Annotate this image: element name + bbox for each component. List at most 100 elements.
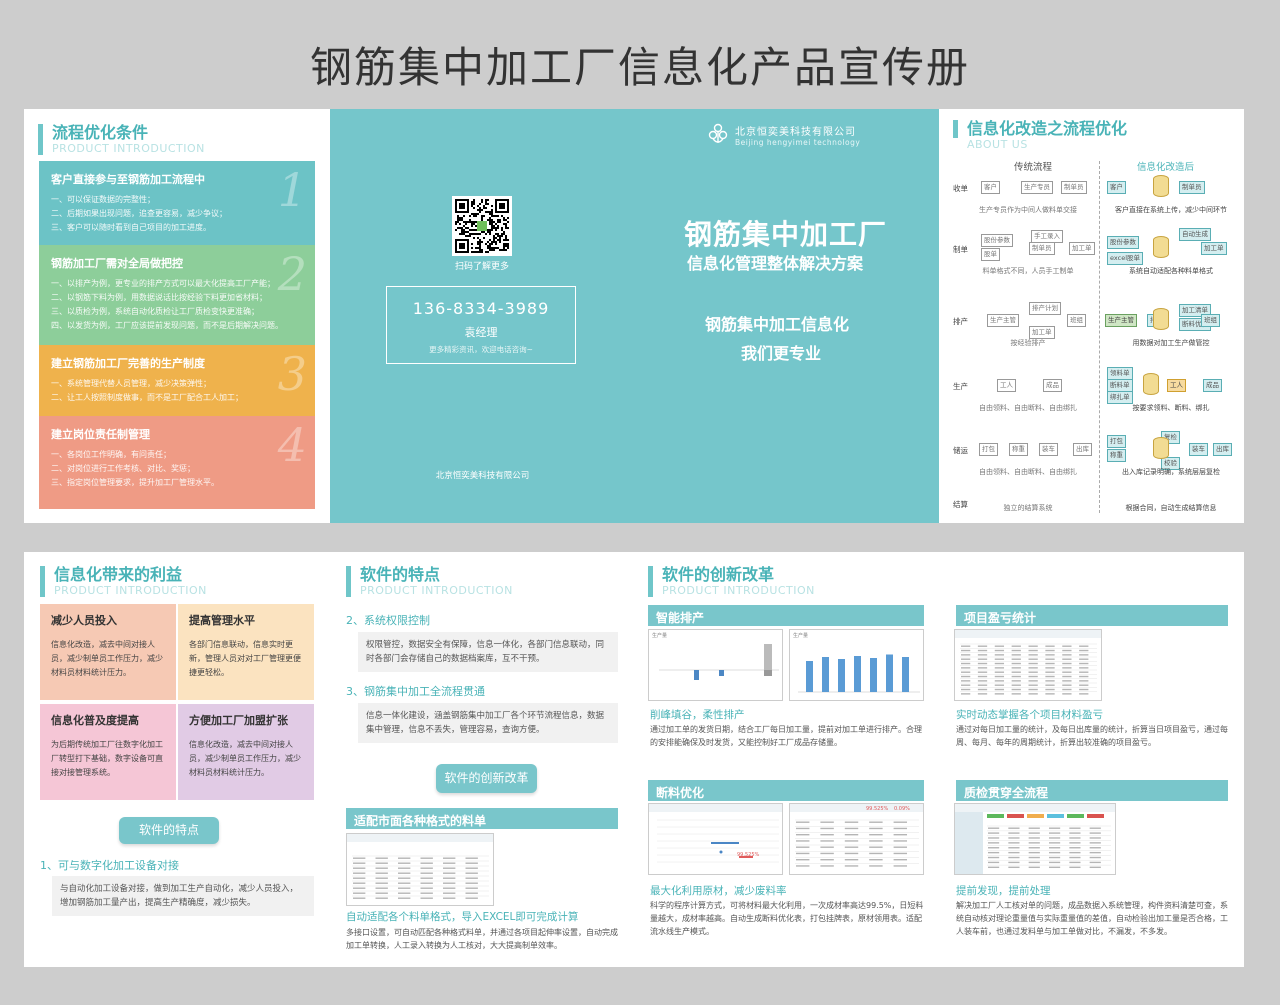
- project-profit-caption-title: 实时动态掌握各个项目材料盈亏: [956, 709, 1103, 721]
- flow-box-after: 班组: [1201, 314, 1220, 327]
- cover-main-title: 钢筋集中加工厂: [684, 218, 888, 251]
- ui-table-mock: [955, 630, 1101, 695]
- benefit-cards: 减少人员投入 信息化改造，减去中间对接人员，减少制单员工作压力，减少材料员材料统计…: [40, 604, 314, 800]
- innovation-button[interactable]: 软件的创新改革: [436, 764, 537, 793]
- block-title: 建立钢筋加工厂完善的生产制度: [51, 357, 205, 370]
- flow-note-traditional: 按经验排产: [1010, 339, 1046, 347]
- smart-scheduling-bar: 智能排产: [648, 605, 924, 626]
- flow-row-label: 制单: [953, 245, 968, 254]
- company-name-en: Beijing hengyimei technology: [735, 138, 861, 147]
- flow-box-traditional: 客户: [981, 181, 1000, 194]
- flow-box-traditional: 排产计划: [1029, 302, 1061, 315]
- flow-box-traditional: 生产主管: [987, 314, 1019, 327]
- company-name-cn: 北京恒奕美科技有限公司: [735, 127, 856, 138]
- block-line: 二、以钢筋下料为例，用数据说话比按经验下料更加省材料；: [51, 293, 267, 302]
- qr-caption: 扫码了解更多: [454, 262, 509, 272]
- feature-2-title: 2、系统权限控制: [346, 614, 430, 627]
- condition-block: 1 客户直接参与至钢筋加工流程中 一、可以保证数据的完整性； 二、后期如果出现问题，追…: [39, 161, 315, 245]
- cutting-optimization-bar: 断料优化: [648, 780, 924, 801]
- ui-table-mock: [790, 804, 923, 867]
- format-bar: 适配市面各种格式的料单: [346, 808, 618, 829]
- block-title: 钢筋加工厂需对全局做把控: [51, 257, 183, 270]
- block-line: 三、客户可以随时看到自己项目的加工进度。: [51, 223, 211, 232]
- block-line: 二、后期如果出现问题，追查更容易，减少争议；: [51, 209, 227, 218]
- schedule-chart-1-svg: [659, 644, 779, 680]
- optimization-value: 99.525%: [866, 806, 889, 812]
- flow-box-traditional: 班组: [1067, 314, 1086, 327]
- section-header: 流程优化条件 PRODUCT INTRODUCTION: [38, 124, 205, 155]
- schedule-chart-2-svg: [798, 654, 920, 693]
- cutting-screenshot-2: 99.525% 0.09%: [789, 803, 924, 875]
- section-title: 信息化带来的利益: [54, 565, 183, 584]
- flow-note-after: 根据合同，自动生成结算信息: [1125, 504, 1217, 512]
- block-title: 建立岗位责任制管理: [51, 428, 150, 441]
- flow-note-after: 系统自动适配各种料单格式: [1129, 267, 1213, 275]
- flow-box-traditional: 成品: [1043, 379, 1062, 392]
- flow-note-after: 按要求领料、断料、绑扎: [1132, 404, 1210, 412]
- contact-box: 136-8334-3989 袁经理 更多精彩资讯，欢迎电话咨询~: [386, 286, 576, 364]
- quality-caption-text: 解决加工厂人工核对单的问题，成品数据入系统管理，构件资料清楚可查，系统自动核对理…: [956, 901, 1228, 936]
- flow-box-after: 称重: [1107, 449, 1126, 462]
- schedule-chart-1: 生产量: [648, 629, 783, 701]
- quality-check-bar: 质检贯穿全流程: [956, 780, 1228, 801]
- section-header: 软件的创新改革 PRODUCT INTRODUCTION: [648, 566, 815, 597]
- section-title: 软件的创新改革: [662, 565, 775, 584]
- ui-gantt-mock: [649, 804, 782, 863]
- page-title: 钢筋集中加工厂信息化产品宣传册: [309, 43, 970, 92]
- section-subtitle: PRODUCT INTRODUCTION: [52, 142, 205, 155]
- block-line: 二、让工人按照制度做事，而不是工厂配合工人加工；: [51, 393, 243, 402]
- flow-box-after: 出库: [1213, 443, 1232, 456]
- cutting-screenshot-1: 99.525%: [648, 803, 783, 875]
- block-line: 三、指定岗位管理要求，提升加工厂管理水平。: [51, 478, 219, 487]
- condition-block: 2 钢筋加工厂需对全局做把控 一、以排产为例，更专业的排产方式可以最大化提高工厂产能…: [39, 245, 315, 345]
- flow-box-traditional: 生产专员: [1021, 181, 1053, 194]
- flow-box-traditional: 装车: [1039, 443, 1058, 456]
- flow-box-traditional: 制单员: [1029, 242, 1055, 255]
- bottom-spread: 信息化带来的利益 PRODUCT INTRODUCTION 减少人员投入 信息化改…: [24, 552, 1244, 967]
- benefit-card: 方便加工厂加盟扩张 信息化改造，减去中间对接人员，减少制单员工作压力，减少材料员材…: [178, 704, 314, 800]
- format-caption-text: 多接口设置，可自动匹配各种格式料单，并通过各项目起伸率设置，自动完成加工单转换，…: [346, 928, 618, 950]
- database-icon: [1153, 236, 1169, 258]
- section-title: 流程优化条件: [52, 123, 149, 142]
- section-subtitle: PRODUCT INTRODUCTION: [360, 584, 513, 597]
- flow-box-after: 工人: [1167, 379, 1186, 392]
- block-title: 客户直接参与至钢筋加工流程中: [51, 173, 205, 186]
- software-features-button[interactable]: 软件的特点: [119, 817, 219, 844]
- flow-box-after: 股份参数: [1107, 236, 1139, 249]
- ui-table-mock: [347, 834, 493, 899]
- feature-1-title: 1、可与数字化加工设备对接: [40, 859, 179, 872]
- contact-note: 更多精彩资讯，欢迎电话咨询~: [429, 345, 533, 354]
- smart-scheduling-caption-text: 通过加工单的发货日期，结合工厂每日加工量，提前对加工单进行排产。合理的安排能确保…: [650, 725, 922, 747]
- benefit-title: 信息化普及度提高: [51, 714, 139, 727]
- cover-main-subtitle: 信息化管理整体解决方案: [687, 254, 864, 273]
- benefit-card: 减少人员投入 信息化改造，减去中间对接人员，减少制单员工作压力，减少材料员材料统计…: [40, 604, 176, 700]
- cutting-caption-text: 科学的程序计算方式，可将材料最大化利用，一次成材率高达99.5%，日短料量越大，…: [650, 901, 924, 936]
- benefit-card: 提高管理水平 各部门信息联动，信息实时更新，管理人员对对工厂管理更便捷更轻松。: [178, 604, 314, 700]
- smart-scheduling-caption-title: 削峰填谷，柔性排产: [650, 709, 745, 721]
- flow-box-after: 成品: [1203, 379, 1222, 392]
- phone-number[interactable]: 136-8334-3989: [387, 299, 575, 318]
- flow-box-traditional: 手工录入: [1031, 230, 1063, 243]
- block-line: 一、系统管理代替人员管理，减少决策弹性；: [51, 379, 211, 388]
- flow-box-traditional: 加工单: [1069, 242, 1095, 255]
- benefit-card: 信息化普及度提高 为后期传统加工厂往数字化加工厂转型打下基础，数字设备可直接对接管…: [40, 704, 176, 800]
- condition-block: 3 建立钢筋加工厂完善的生产制度 一、系统管理代替人员管理，减少决策弹性； 二、让工人…: [39, 345, 315, 416]
- feature-2-text: 权限管控，数据安全有保障，信息一体化，各部门信息联动，同时各部门会存储自己的数据…: [358, 632, 618, 672]
- qr-pattern-icon: [455, 199, 509, 253]
- section-header: 软件的特点 PRODUCT INTRODUCTION: [346, 566, 513, 597]
- database-icon: [1153, 437, 1169, 459]
- flow-note-traditional: 自由领料、自由断料、自由绑扎: [979, 404, 1077, 412]
- cutting-caption-title: 最大化利用原材，减少废料率: [650, 885, 787, 897]
- waste-rate-value: 0.09%: [894, 806, 910, 812]
- top-right-panel: 信息化改造之流程优化 ABOUT US 传统流程 信息化改造后 收单 客户 生产专员…: [939, 109, 1244, 523]
- flow-box-after: 制单员: [1179, 181, 1205, 194]
- flow-row-label: 排产: [953, 317, 968, 326]
- section-subtitle: PRODUCT INTRODUCTION: [54, 584, 207, 597]
- cover-slogan-1: 钢筋集中加工信息化: [705, 315, 850, 334]
- flow-row-label: 储运: [953, 446, 968, 455]
- format-caption-title: 自动适配各个料单格式，导入EXCEL即可完成计算: [346, 911, 579, 923]
- block-line: 一、可以保证数据的完整性；: [51, 195, 155, 204]
- database-icon: [1143, 373, 1159, 395]
- flow-box-traditional: 制单员: [1061, 181, 1087, 194]
- cover-slogan-2: 我们更专业: [741, 344, 822, 363]
